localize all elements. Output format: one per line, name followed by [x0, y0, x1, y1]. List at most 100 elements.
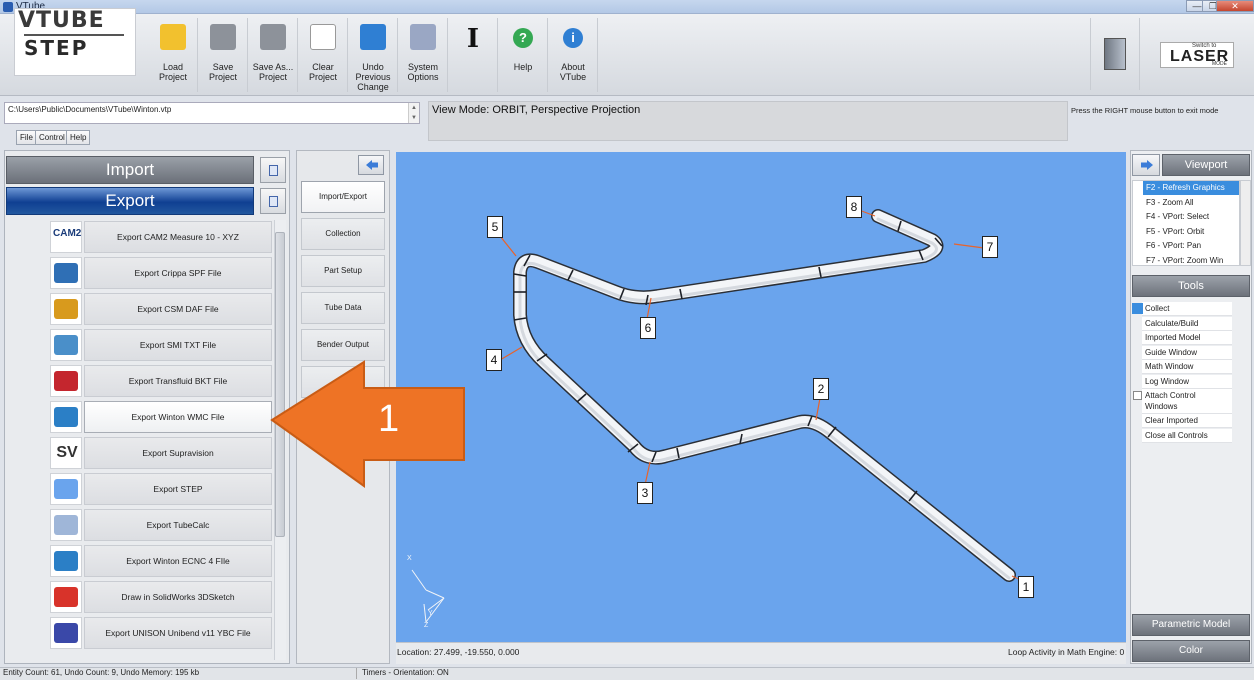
tool-item[interactable]: Log Window: [1142, 374, 1232, 389]
collapse-right-button[interactable]: [1132, 154, 1160, 176]
bend-marker[interactable]: 1: [1018, 576, 1034, 598]
export-button[interactable]: Export CAM2 Measure 10 - XYZ: [84, 221, 272, 253]
export-row[interactable]: Export UNISON Unibend v11 YBC File: [8, 616, 274, 650]
clear-project-button[interactable]: Clear Project: [298, 18, 348, 92]
parametric-model-header[interactable]: Parametric Model: [1132, 614, 1250, 636]
export-button[interactable]: Export Winton WMC File: [84, 401, 272, 433]
viewport-command-item[interactable]: F6 - VPort: Pan: [1143, 239, 1239, 253]
tube-model[interactable]: [396, 152, 1126, 642]
path-scrollbar[interactable]: ▲ ▼: [408, 103, 419, 123]
tube-path[interactable]: [513, 209, 1016, 582]
mode-exit-hint: Press the RIGHT mouse button to exit mod…: [1071, 106, 1219, 115]
export-button[interactable]: Export TubeCalc: [84, 509, 272, 541]
undo-button[interactable]: Undo Previous Change: [348, 18, 398, 92]
nav-item-import-export[interactable]: Import/Export: [301, 181, 385, 213]
close-button[interactable]: ✕: [1216, 0, 1254, 12]
chevron-up-icon[interactable]: ▲: [411, 105, 417, 111]
menu-help[interactable]: Help: [66, 130, 91, 145]
import-header[interactable]: Import: [6, 156, 254, 184]
axis-z-label: Z: [424, 622, 429, 629]
export-button[interactable]: Export Crippa SPF File: [84, 257, 272, 289]
logo-swoosh: [24, 34, 124, 36]
text-cursor-icon: I: [466, 24, 480, 54]
export-row[interactable]: Export Winton ECNC 4 FIle: [8, 544, 274, 578]
collapse-nav-button[interactable]: [358, 155, 384, 175]
export-button[interactable]: Export SMI TXT File: [84, 329, 272, 361]
tool-item[interactable]: Close all Controls: [1142, 428, 1232, 443]
export-row[interactable]: Export Winton WMC File: [8, 400, 274, 434]
app-icon: [3, 2, 13, 12]
import-pin-button[interactable]: [260, 157, 286, 183]
save-as-project-button[interactable]: Save As... Project: [248, 18, 298, 92]
project-path-field[interactable]: C:\Users\Public\Documents\VTube\Winton.v…: [4, 102, 420, 124]
attach-control-windows-checkbox[interactable]: [1133, 391, 1142, 400]
menu-control[interactable]: Control: [35, 130, 69, 145]
tool-item[interactable]: Guide Window: [1142, 345, 1232, 360]
viewport-header[interactable]: Viewport: [1162, 154, 1250, 176]
nav-item-collection[interactable]: Collection: [301, 218, 385, 250]
export-button[interactable]: Export STEP: [84, 473, 272, 505]
bend-marker[interactable]: 5: [487, 216, 503, 238]
tool-item[interactable]: Calculate/Build: [1142, 316, 1232, 331]
tool-item[interactable]: Collect: [1142, 302, 1232, 316]
cam2-icon: CAM2: [50, 221, 82, 253]
bend-marker[interactable]: 7: [982, 236, 998, 258]
help-button[interactable]: ? Help: [498, 18, 548, 92]
viewport-command-item[interactable]: F5 - VPort: Orbit: [1143, 225, 1239, 239]
tool-item[interactable]: Clear Imported: [1142, 414, 1232, 428]
export-row[interactable]: Export TubeCalc: [8, 508, 274, 542]
callout-number: 1: [378, 398, 400, 440]
undo-label: Undo Previous Change: [355, 62, 391, 92]
undo-icon: [360, 24, 386, 50]
chevron-down-icon[interactable]: ▼: [411, 115, 417, 121]
nav-item-part-setup[interactable]: Part Setup: [301, 255, 385, 287]
export-header[interactable]: Export: [6, 187, 254, 215]
viewport-command-item[interactable]: F4 - VPort: Select: [1143, 210, 1239, 224]
tool-item[interactable]: Math Window: [1142, 360, 1232, 374]
export-row[interactable]: Export Transfluid BKT File: [8, 364, 274, 398]
export-row[interactable]: Draw in SolidWorks 3DSketch: [8, 580, 274, 614]
export-row[interactable]: CAM2 Export CAM2 Measure 10 - XYZ: [8, 220, 274, 254]
viewport-command-list: F2 - Refresh Graphics F3 - Zoom All F4 - V…: [1132, 180, 1240, 266]
viewport-command-item[interactable]: F3 - Zoom All: [1143, 196, 1239, 210]
folder-open-icon: [160, 24, 186, 50]
menu-file[interactable]: File: [16, 130, 37, 145]
viewport-command-item[interactable]: F2 - Refresh Graphics: [1143, 181, 1239, 195]
bend-marker[interactable]: 2: [813, 378, 829, 400]
arrow-right-icon: [1141, 160, 1153, 170]
tool-item[interactable]: Attach Control Windows: [1142, 389, 1232, 414]
nav-item-bender-output[interactable]: Bender Output: [301, 329, 385, 361]
winton-machine-icon: [50, 401, 82, 433]
tool-item[interactable]: Imported Model: [1142, 331, 1232, 345]
cursor-button[interactable]: I: [448, 18, 498, 92]
axis-x-label: X: [407, 555, 412, 562]
export-row[interactable]: Export STEP: [8, 472, 274, 506]
transfluid-machine-icon: [50, 365, 82, 397]
viewport-command-item[interactable]: F7 - VPort: Zoom Win: [1143, 254, 1239, 266]
bend-marker[interactable]: 4: [486, 349, 502, 371]
export-row[interactable]: SV Export Supravision: [8, 436, 274, 470]
export-button[interactable]: Export Transfluid BKT File: [84, 365, 272, 397]
export-row[interactable]: Export Crippa SPF File: [8, 256, 274, 290]
export-row[interactable]: Export SMI TXT File: [8, 328, 274, 362]
export-button[interactable]: Draw in SolidWorks 3DSketch: [84, 581, 272, 613]
bend-marker[interactable]: 8: [846, 196, 862, 218]
exit-door-icon[interactable]: [1104, 38, 1126, 70]
bend-marker[interactable]: 3: [637, 482, 653, 504]
export-button[interactable]: Export Supravision: [84, 437, 272, 469]
color-header[interactable]: Color: [1132, 640, 1250, 662]
smi-machine-icon: [50, 329, 82, 361]
bend-marker[interactable]: 6: [640, 317, 656, 339]
viewport-list-scrollbar[interactable]: [1240, 180, 1251, 266]
export-button[interactable]: Export CSM DAF File: [84, 293, 272, 325]
about-button[interactable]: i About VTube: [548, 18, 598, 92]
load-project-button[interactable]: Load Project: [148, 18, 198, 92]
nav-item-tube-data[interactable]: Tube Data: [301, 292, 385, 324]
export-pin-button[interactable]: [260, 188, 286, 214]
export-button[interactable]: Export UNISON Unibend v11 YBC File: [84, 617, 272, 649]
export-row[interactable]: Export CSM DAF File: [8, 292, 274, 326]
tools-header[interactable]: Tools: [1132, 275, 1250, 297]
export-button[interactable]: Export Winton ECNC 4 FIle: [84, 545, 272, 577]
save-project-button[interactable]: Save Project: [198, 18, 248, 92]
system-options-button[interactable]: System Options: [398, 18, 448, 92]
